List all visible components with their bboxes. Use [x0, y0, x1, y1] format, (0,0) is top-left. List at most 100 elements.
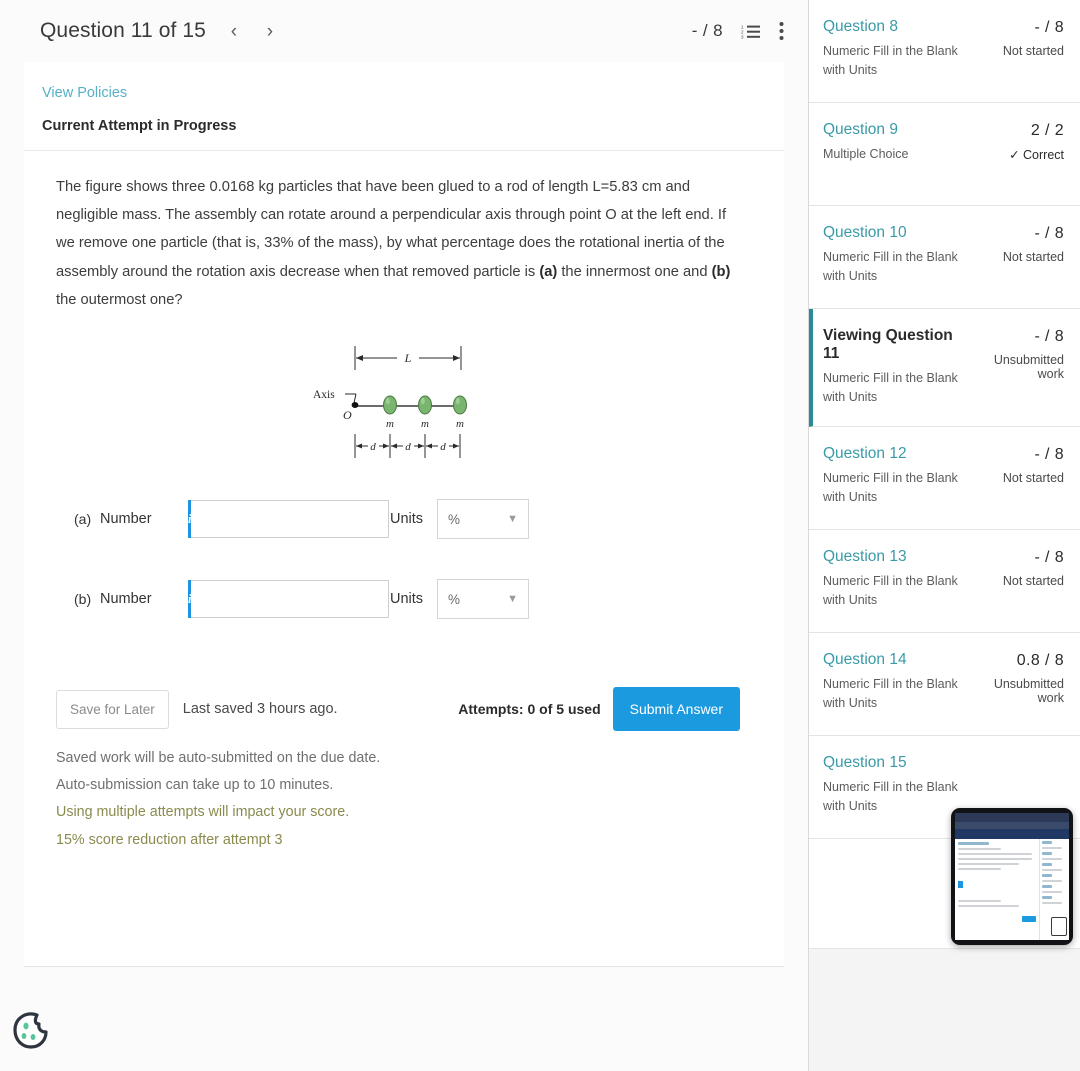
attempt-status-row: Current Attempt in Progress [24, 102, 784, 151]
autosubmit-note: Saved work will be auto-submitted on the… [56, 750, 381, 794]
number-label-a: Number [100, 511, 152, 528]
sidebar-item-meta: 0.8 / 8 Unsubmitted work [968, 651, 1064, 717]
pip-screen [955, 813, 1069, 940]
sidebar-item-status: Unsubmitted work [993, 353, 1064, 381]
sidebar-item-status: Not started [1002, 250, 1064, 264]
kebab-menu-icon[interactable] [779, 21, 784, 41]
chevron-down-icon: ▼ [507, 513, 519, 526]
sidebar-item-text: Question 8 Numeric Fill in the Blank with… [823, 18, 968, 84]
sidebar-item-title[interactable]: Question 13 [823, 548, 962, 566]
sidebar-item-title[interactable]: Question 8 [823, 18, 962, 36]
chevron-right-icon[interactable]: › [260, 18, 280, 44]
sidebar-item-meta: - / 8 Unsubmitted work [968, 327, 1064, 408]
sidebar-item-type: Multiple Choice [823, 147, 909, 161]
sidebar-item-status: Not started [1002, 573, 1064, 588]
question-label-a: (a) [539, 263, 558, 280]
sidebar-item-score: - / 8 [1034, 19, 1064, 36]
number-input-group-a: i [188, 500, 390, 539]
attempts-counter: Attempts: 0 of 5 used [458, 701, 601, 718]
answer-part-label-b: (b) [74, 591, 92, 608]
figure-label-d-2: d [405, 441, 411, 453]
sidebar-item-score: - / 8 [1034, 328, 1064, 345]
svg-text:3: 3 [741, 34, 744, 39]
number-input-a[interactable] [191, 500, 390, 539]
sidebar-item-text: Question 10 Numeric Fill in the Blank wit… [823, 224, 968, 290]
question-footer: Save for Later Last saved 3 hours ago. A… [24, 659, 784, 854]
sidebar-item-type: Numeric Fill in the Blank with Units [823, 44, 958, 78]
save-for-later-button[interactable]: Save for Later [56, 689, 169, 729]
pip-nested-thumbnail [1051, 917, 1067, 936]
quiz-page: Question 11 of 15 ‹ › - / 8 1 2 3 View P… [0, 0, 1080, 1071]
question-header: Question 11 of 15 ‹ › - / 8 1 2 3 [0, 0, 808, 62]
sidebar-item-text: Question 14 Numeric Fill in the Blank wit… [823, 651, 968, 717]
sidebar-item-title[interactable]: Question 9 [823, 121, 962, 139]
header-score: - / 8 [691, 21, 723, 40]
sidebar-item-meta: - / 8 Not started [968, 445, 1064, 511]
footer-actions: Save for Later Last saved 3 hours ago. A… [56, 687, 740, 732]
figure-container: L Axis O m m m d d d [24, 340, 784, 465]
answer-row-b: (b) Number i Units % ▼ [74, 579, 752, 620]
question-body: The figure shows three 0.0168 kg particl… [24, 151, 784, 314]
particle-3: m [453, 395, 467, 430]
sidebar-question-item[interactable]: Viewing Question 11 Numeric Fill in the B… [809, 309, 1080, 427]
sidebar-item-type: Numeric Fill in the Blank with Units [823, 371, 958, 405]
question-card: View Policies Current Attempt in Progres… [24, 62, 784, 967]
units-select-b[interactable]: % ▼ [437, 579, 530, 620]
sidebar-item-meta: - / 8 Not started [968, 224, 1064, 290]
number-input-b[interactable] [191, 580, 390, 619]
sidebar-item-title[interactable]: Question 10 [823, 224, 962, 242]
question-prompt: The figure shows three 0.0168 kg particl… [56, 173, 740, 314]
sidebar-item-type: Numeric Fill in the Blank with Units [823, 676, 958, 711]
view-policies-link[interactable]: View Policies [42, 85, 127, 101]
sidebar-item-title[interactable]: Question 14 [823, 651, 962, 669]
sidebar-item-type: Numeric Fill in the Blank with Units [823, 470, 958, 505]
cookie-consent-icon[interactable] [8, 1007, 52, 1051]
attempt-status-text: Current Attempt in Progress [42, 118, 237, 134]
sidebar-item-score: - / 8 [1034, 548, 1064, 566]
footer-submit-group: Attempts: 0 of 5 used Submit Answer [458, 687, 740, 732]
sidebar-item-text: Question 12 Numeric Fill in the Blank wit… [823, 445, 968, 511]
numbered-list-icon[interactable]: 1 2 3 [741, 23, 761, 40]
sidebar-question-item[interactable]: Question 9 Multiple Choice 2 / 2 ✓ Correct [809, 103, 1080, 206]
sidebar-item-status: ✓ Correct [1009, 148, 1064, 162]
sidebar-item-title[interactable]: Question 12 [823, 445, 962, 463]
question-main-column: Question 11 of 15 ‹ › - / 8 1 2 3 View P… [0, 0, 809, 1071]
question-label-b: (b) [711, 263, 731, 280]
question-nav: ‹ › [224, 18, 280, 44]
policies-row: View Policies [24, 62, 784, 102]
answer-row-a: (a) Number i Units % ▼ [74, 499, 752, 540]
picture-in-picture-preview[interactable] [951, 808, 1073, 945]
sidebar-question-item[interactable]: Question 12 Numeric Fill in the Blank wit… [809, 426, 1080, 530]
sidebar-item-title[interactable]: Viewing Question 11 [823, 327, 962, 363]
sidebar-item-score: 2 / 2 [1030, 122, 1064, 139]
sidebar-question-item[interactable]: Question 13 Numeric Fill in the Blank wit… [809, 529, 1080, 633]
units-value-a: % [448, 511, 461, 527]
submit-answer-button[interactable]: Submit Answer [612, 687, 740, 732]
attempts-warning: Using multiple attempts will impact your… [56, 804, 350, 821]
sidebar-item-title[interactable]: Question 15 [823, 754, 962, 772]
score-reduction-warning: 15% score reduction after attempt 3 [56, 831, 283, 848]
sidebar-question-item[interactable]: Question 10 Numeric Fill in the Blank wit… [809, 206, 1080, 309]
units-select-a[interactable]: % ▼ [437, 499, 530, 540]
sidebar-item-text: Question 13 Numeric Fill in the Blank wit… [823, 548, 968, 614]
sidebar-item-text: Question 15 Numeric Fill in the Blank wit… [823, 754, 968, 820]
units-label-b: Units [390, 591, 424, 608]
sidebar-item-meta: 2 / 2 ✓ Correct [968, 121, 1064, 187]
sidebar-question-item[interactable]: Question 14 Numeric Fill in the Blank wit… [809, 632, 1080, 736]
chevron-down-icon: ▼ [507, 593, 519, 606]
pip-main-panel [955, 839, 1039, 940]
pip-browser-tabbar [955, 813, 1069, 822]
page-title: Question 11 of 15 [40, 19, 206, 42]
sidebar-item-status: Not started [1002, 470, 1064, 485]
answer-rows: (a) Number i Units % ▼ (b) Number i Unit… [24, 499, 784, 620]
units-label-a: Units [390, 511, 424, 528]
chevron-left-icon[interactable]: ‹ [224, 18, 244, 44]
figure-label-O: O [343, 408, 352, 422]
figure-label-axis: Axis [313, 389, 335, 401]
sidebar-question-item[interactable]: Question 8 Numeric Fill in the Blank with… [809, 0, 1080, 103]
number-label-b: Number [100, 591, 152, 608]
rod-particles-diagram: L Axis O m m m d d d [313, 346, 467, 459]
question-prompt-part2: the innermost one and [557, 263, 712, 280]
sidebar-item-status: Unsubmitted work [993, 676, 1064, 705]
figure-label-L: L [404, 351, 412, 365]
